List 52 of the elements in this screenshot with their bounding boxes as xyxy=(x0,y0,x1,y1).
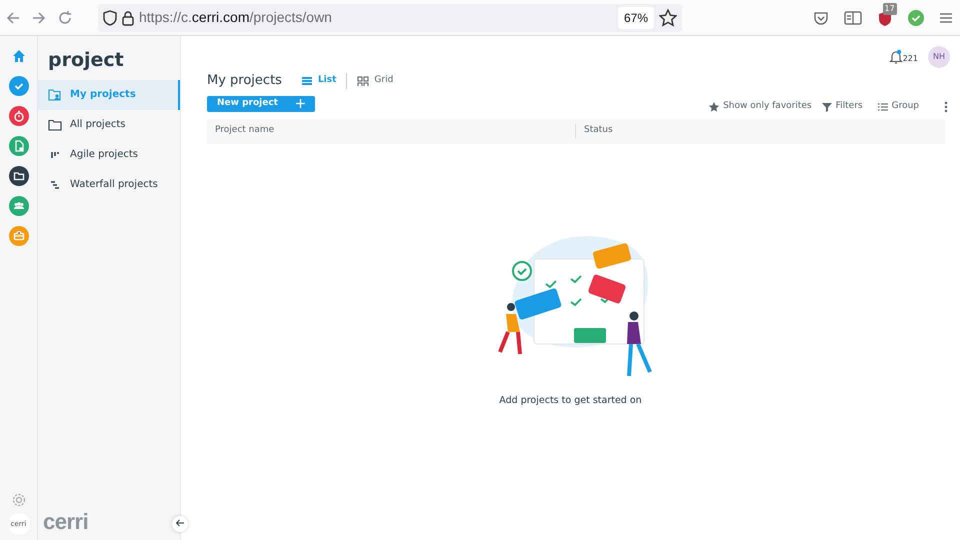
filter-icon xyxy=(822,102,832,112)
group-button[interactable]: Group xyxy=(878,100,919,114)
bookmark-star-icon[interactable] xyxy=(659,8,677,26)
bell-icon[interactable] xyxy=(888,49,903,65)
more-vertical-icon xyxy=(944,100,948,113)
collapse-button[interactable] xyxy=(172,516,188,532)
column-header[interactable]: Project name xyxy=(207,124,576,138)
star-button[interactable]: Show only favorites xyxy=(709,100,812,114)
sidebar-item[interactable]: Agile projects xyxy=(38,140,180,170)
check-button[interactable] xyxy=(8,76,28,96)
people-button[interactable] xyxy=(8,196,28,216)
folder-button[interactable] xyxy=(8,166,28,186)
stopwatch-button[interactable] xyxy=(8,106,28,126)
sidebar-title: project xyxy=(48,48,125,73)
list-icon xyxy=(300,76,313,86)
settings-icon[interactable] xyxy=(10,492,26,508)
left-arrow-icon xyxy=(175,518,185,528)
logo: cerri xyxy=(43,508,90,536)
reload-icon xyxy=(57,10,73,26)
new-project-button[interactable]: New project xyxy=(207,96,315,112)
folder-icon xyxy=(48,118,62,132)
check-extension-icon[interactable] xyxy=(908,10,924,26)
reader-view-icon[interactable] xyxy=(844,10,862,24)
back-arrow-icon xyxy=(5,10,21,26)
star-icon xyxy=(709,102,720,112)
pocket-icon[interactable] xyxy=(812,10,828,26)
shield-icon xyxy=(103,10,117,26)
more-button[interactable] xyxy=(944,100,948,113)
reload-button[interactable] xyxy=(57,8,73,26)
notification-count: 221 xyxy=(902,53,918,65)
lock-icon xyxy=(122,10,134,26)
extension-badge: 17 xyxy=(882,2,897,14)
menu-icon[interactable] xyxy=(938,12,952,24)
sidebar-item[interactable]: Waterfall projects xyxy=(38,170,180,200)
empty-state-message: Add projects to get started on xyxy=(499,394,642,408)
home-icon xyxy=(10,48,26,64)
grid-icon xyxy=(357,76,370,86)
list-icon xyxy=(878,102,888,112)
view-tab[interactable]: List xyxy=(296,74,340,88)
zoom-level[interactable]: 67% xyxy=(618,6,654,28)
plus-icon xyxy=(296,99,305,108)
column-header[interactable]: Status xyxy=(576,124,613,138)
page-title: My projects xyxy=(207,73,282,89)
user-avatar[interactable]: NH xyxy=(928,46,950,68)
url-text[interactable]: https://c.cerri.com/projects/own xyxy=(139,7,613,28)
view-tab[interactable]: Grid xyxy=(353,74,398,88)
document-button[interactable] xyxy=(8,136,28,156)
briefcase-button[interactable] xyxy=(8,226,28,246)
forward-arrow-icon xyxy=(31,10,47,26)
filter-button[interactable]: Filters xyxy=(822,100,863,114)
sidebar-item[interactable]: All projects xyxy=(38,110,180,140)
user-folder-icon xyxy=(48,88,62,102)
